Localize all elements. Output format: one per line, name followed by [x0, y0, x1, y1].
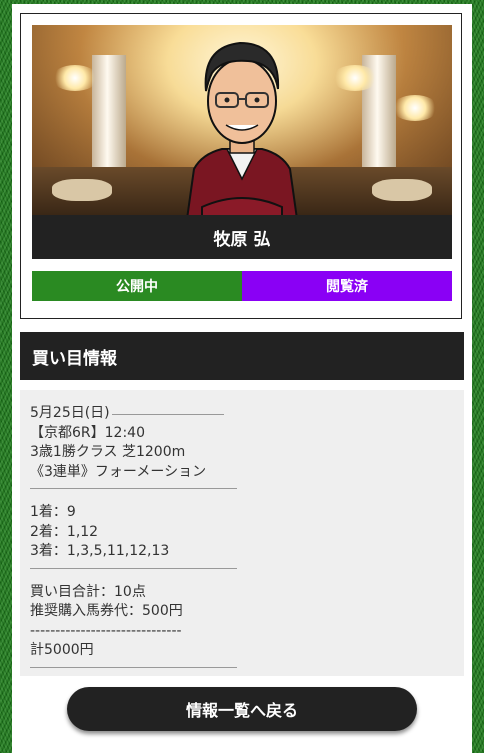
pick-first: 1着：9 — [30, 504, 76, 520]
content-panel: 牧原 弘 公開中 閲覧済 買い目情報 5月25日(日) 【京都6R】12:40 … — [12, 4, 472, 753]
divider — [30, 488, 237, 489]
divider — [30, 666, 237, 668]
race-date: 5月25日(日) — [30, 405, 110, 421]
status-row: 公開中 閲覧済 — [32, 271, 452, 301]
total-amount: 計5000円 — [30, 642, 94, 658]
divider — [30, 567, 237, 569]
chandelier-decoration — [392, 95, 438, 121]
total-points: 買い目合計：10点 — [30, 583, 146, 600]
status-badge-viewed: 閲覧済 — [242, 271, 452, 301]
chandelier-decoration — [332, 65, 378, 91]
table-decoration — [52, 179, 112, 201]
pick-second: 2着：1,12 — [30, 523, 99, 540]
bet-type: 《3連単》フォーメーション — [30, 463, 207, 480]
section-title: 買い目情報 — [20, 332, 464, 380]
back-to-list-button[interactable]: 情報一覧へ戻る — [67, 687, 417, 731]
chandelier-decoration — [52, 65, 98, 91]
profile-card: 牧原 弘 公開中 閲覧済 — [20, 13, 462, 319]
dash-separator: ------------------------------ — [30, 622, 182, 639]
pick-third: 3着：1,3,5,11,12,13 — [30, 543, 170, 559]
status-badge-public: 公開中 — [32, 271, 242, 301]
table-decoration — [372, 179, 432, 201]
tipster-portrait-image — [32, 25, 452, 215]
date-row: 5月25日(日) — [30, 404, 464, 424]
race-class: 3歳1勝クラス 芝1200m — [30, 444, 186, 460]
recommended-amount: 推奨購入馬券代：500円 — [30, 603, 183, 619]
divider — [111, 413, 224, 415]
bet-info-box: 5月25日(日) 【京都6R】12:40 3歳1勝クラス 芝1200m 《3連単… — [20, 390, 464, 676]
race-venue-time: 【京都6R】12:40 — [30, 424, 145, 441]
avatar — [186, 41, 298, 215]
tipster-name: 牧原 弘 — [32, 215, 452, 259]
